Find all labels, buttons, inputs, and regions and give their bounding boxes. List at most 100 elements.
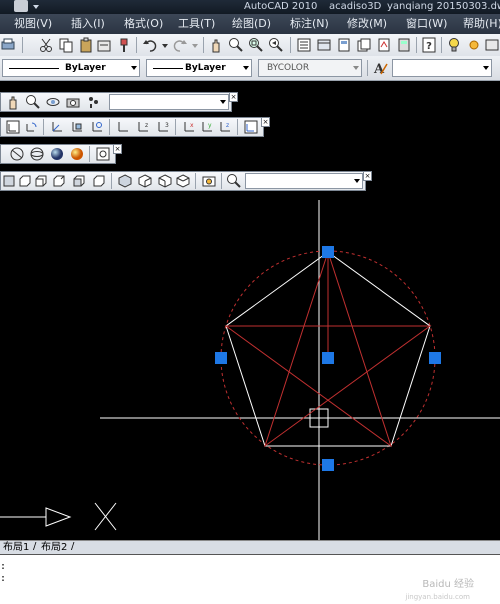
walk-icon[interactable] xyxy=(85,94,101,110)
markup-icon[interactable] xyxy=(376,37,392,53)
tool-palettes-icon[interactable] xyxy=(336,37,352,53)
layer-icon[interactable] xyxy=(484,37,500,53)
chevron-down-icon[interactable] xyxy=(220,100,226,104)
wireframe-2d-icon[interactable] xyxy=(9,146,25,162)
print-icon[interactable] xyxy=(14,0,28,12)
chevron-down-icon[interactable] xyxy=(354,179,360,183)
close-icon[interactable]: × xyxy=(261,117,270,127)
text-style-combo[interactable] xyxy=(392,59,492,77)
menu-view[interactable]: 视图(V) xyxy=(14,16,52,32)
plotstyle-combo[interactable]: BYCOLOR xyxy=(258,59,362,77)
command-line[interactable]: : : Baidu 经验 jingyan.baidu.com xyxy=(0,554,500,604)
front-view-icon[interactable] xyxy=(71,173,87,189)
menu-dimension[interactable]: 标注(N) xyxy=(290,16,329,32)
chevron-down-icon[interactable] xyxy=(192,44,198,48)
viewport-combo[interactable] xyxy=(245,173,363,189)
ne-isometric-icon[interactable] xyxy=(157,173,173,189)
paste-icon[interactable] xyxy=(78,37,94,53)
right-view-icon[interactable] xyxy=(51,173,67,189)
wireframe-3d-icon[interactable] xyxy=(29,146,45,162)
text-style-icon[interactable]: A xyxy=(372,60,388,76)
zoom-window-icon[interactable] xyxy=(248,37,264,53)
lineweight-combo[interactable]: ByLayer xyxy=(146,59,252,77)
ucs-object-icon[interactable] xyxy=(89,119,105,135)
zoom-previous-icon[interactable] xyxy=(268,37,284,53)
se-isometric-icon[interactable] xyxy=(137,173,153,189)
chevron-down-icon[interactable] xyxy=(33,5,39,9)
ucs-z-icon[interactable]: z xyxy=(217,119,233,135)
named-views-combo[interactable] xyxy=(109,94,229,110)
chevron-down-icon[interactable] xyxy=(162,44,168,48)
toolbar-separator xyxy=(416,37,417,53)
camera-icon[interactable] xyxy=(65,94,81,110)
orbit-icon[interactable] xyxy=(45,94,61,110)
ucs-face-icon[interactable] xyxy=(69,119,85,135)
chevron-down-icon[interactable] xyxy=(243,66,249,70)
menu-format[interactable]: 格式(O) xyxy=(124,16,163,32)
linetype-combo[interactable]: ByLayer xyxy=(2,59,140,77)
ucs-3point-icon[interactable]: 3 xyxy=(155,119,171,135)
pan-icon[interactable] xyxy=(208,37,224,53)
help-icon[interactable]: ? xyxy=(421,37,437,53)
chevron-down-icon[interactable] xyxy=(131,66,137,70)
menu-help[interactable]: 帮助(H) xyxy=(463,16,500,32)
ucs-view-icon[interactable] xyxy=(115,119,131,135)
top-view-icon[interactable] xyxy=(1,173,17,189)
sheet-set-icon[interactable] xyxy=(356,37,372,53)
menu-modify[interactable]: 修改(M) xyxy=(347,16,387,32)
match-properties-icon[interactable] xyxy=(96,37,112,53)
menu-window[interactable]: 窗口(W) xyxy=(406,16,447,32)
toolbar-separator xyxy=(89,146,90,162)
menu-insert[interactable]: 插入(I) xyxy=(71,16,105,32)
back-view-icon[interactable] xyxy=(91,173,107,189)
zoom-icon[interactable] xyxy=(226,173,242,189)
close-icon[interactable]: × xyxy=(113,144,122,154)
design-center-icon[interactable] xyxy=(316,37,332,53)
chevron-down-icon[interactable] xyxy=(353,66,359,70)
conceptual-icon[interactable] xyxy=(69,146,85,162)
grip-right[interactable] xyxy=(429,352,441,364)
ucs-previous-icon[interactable] xyxy=(23,119,39,135)
grip-center[interactable] xyxy=(322,352,334,364)
menu-draw[interactable]: 绘图(D) xyxy=(232,16,271,32)
bottom-view-icon[interactable] xyxy=(17,173,33,189)
tab-layout2[interactable]: 布局2 xyxy=(41,542,67,554)
plot-icon[interactable] xyxy=(0,37,16,53)
sw-isometric-icon[interactable] xyxy=(117,173,133,189)
lightbulb-icon[interactable] xyxy=(446,37,462,53)
grip-left[interactable] xyxy=(215,352,227,364)
ucs-y-icon[interactable]: y xyxy=(199,119,215,135)
ucs-x-icon[interactable]: x xyxy=(181,119,197,135)
calculator-icon[interactable] xyxy=(396,37,412,53)
close-icon[interactable]: × xyxy=(229,92,238,102)
visual-style-manager-icon[interactable] xyxy=(95,146,111,162)
properties-toolbar: ByLayer ByLayer BYCOLOR A xyxy=(0,56,500,81)
close-icon[interactable]: × xyxy=(363,171,372,181)
redo-icon[interactable] xyxy=(172,37,188,53)
toolbar-separator xyxy=(43,119,44,135)
brush-icon[interactable] xyxy=(116,37,132,53)
ucs-origin-icon[interactable]: z xyxy=(135,119,151,135)
zoom-realtime-icon[interactable] xyxy=(228,37,244,53)
pan-icon[interactable] xyxy=(5,94,21,110)
chevron-down-icon[interactable] xyxy=(483,66,489,70)
ucs-apply-icon[interactable] xyxy=(243,119,259,135)
grip-bottom[interactable] xyxy=(322,459,334,471)
copy-icon[interactable] xyxy=(58,37,74,53)
ucs-world-icon[interactable] xyxy=(49,119,65,135)
left-view-icon[interactable] xyxy=(33,173,49,189)
zoom-icon[interactable] xyxy=(25,94,41,110)
command-prompt[interactable]: : xyxy=(0,573,6,585)
grip-top[interactable] xyxy=(322,246,334,258)
properties-icon[interactable] xyxy=(296,37,312,53)
tab-layout1[interactable]: 布局1 xyxy=(3,542,29,554)
nw-isometric-icon[interactable] xyxy=(175,173,191,189)
ucs-icon[interactable] xyxy=(5,119,21,135)
menu-tools[interactable]: 工具(T) xyxy=(178,16,215,32)
named-views-icon[interactable] xyxy=(201,173,217,189)
undo-icon[interactable] xyxy=(142,37,158,53)
drawing-canvas[interactable] xyxy=(0,194,500,540)
cut-icon[interactable] xyxy=(38,37,54,53)
sun-icon[interactable] xyxy=(466,37,482,53)
realistic-icon[interactable] xyxy=(49,146,65,162)
